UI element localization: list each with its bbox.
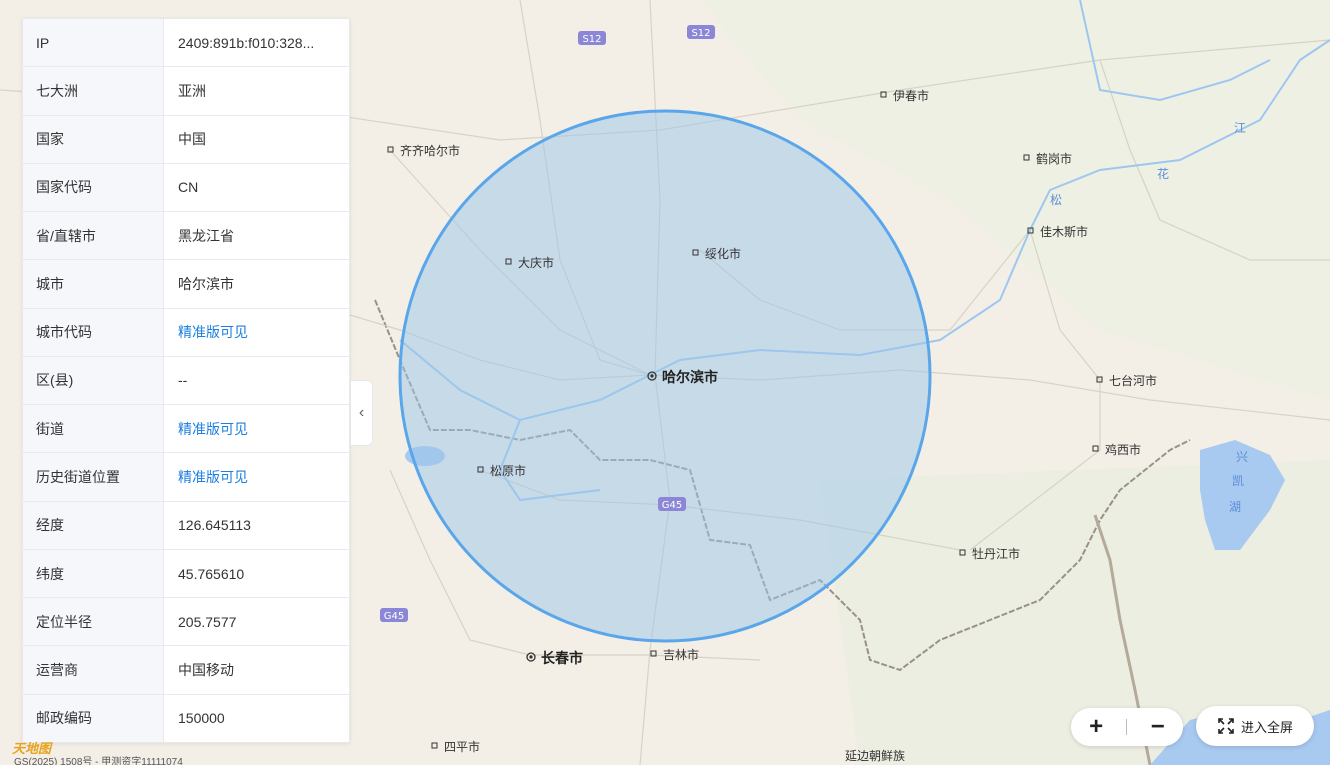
info-key: 街道 xyxy=(23,405,164,453)
upgrade-link[interactable]: 精准版可见 xyxy=(164,453,349,500)
info-row: 经度 126.645113 xyxy=(23,501,349,550)
road-shield-s12b: S12 xyxy=(687,25,715,39)
river-label: 江 xyxy=(1234,121,1246,135)
city-label: 吉林市 xyxy=(663,647,699,662)
lake-label: 湖 xyxy=(1229,499,1241,514)
info-value: 205.7577 xyxy=(178,613,237,630)
road-shield-g45a: G45 xyxy=(658,497,686,511)
info-row: 城市代码 精准版可见 xyxy=(23,308,349,357)
city-label: 七台河市 xyxy=(1109,373,1157,388)
info-value: 黑龙江省 xyxy=(178,227,234,244)
info-row: 街道 精准版可见 xyxy=(23,405,349,454)
zoom-divider xyxy=(1126,719,1128,735)
info-key: 纬度 xyxy=(23,549,164,598)
road-shield-g45b: G45 xyxy=(380,608,408,622)
city-label: 佳木斯市 xyxy=(1040,224,1088,239)
info-row: 历史街道位置 精准版可见 xyxy=(23,453,349,502)
info-key: 城市代码 xyxy=(23,308,164,356)
info-key: 国家代码 xyxy=(23,163,164,212)
info-value: 亚洲 xyxy=(178,82,206,99)
zoom-in-button[interactable]: + xyxy=(1076,708,1116,746)
info-row: 定位半径 205.7577 xyxy=(23,598,349,647)
info-value: 中国移动 xyxy=(178,662,234,679)
river-label: 花 xyxy=(1157,166,1169,181)
info-key: 国家 xyxy=(23,115,164,163)
road-label: S12 xyxy=(582,34,601,45)
ip-info-panel: IP 2409:891b:f010:328... 七大洲 亚洲 国家 中国 国家代码 CN 省/… xyxy=(22,18,350,743)
info-key: 邮政编码 xyxy=(23,694,164,742)
chevron-left-icon: ‹ xyxy=(358,404,365,421)
info-row: 区(县) -- xyxy=(23,356,349,406)
region-label-yanbian: 延边朝鲜族 xyxy=(845,749,905,763)
info-key: 运营商 xyxy=(23,646,164,694)
lake-label: 兴 xyxy=(1236,450,1248,464)
road-shield-s12a: S12 xyxy=(578,31,606,45)
info-key: IP xyxy=(23,19,164,67)
city-label: 长春市 xyxy=(541,650,583,667)
road-label: S12 xyxy=(691,28,710,39)
info-row: 邮政编码 150000 xyxy=(23,694,349,742)
river-label: 松 xyxy=(1050,193,1062,207)
zoom-out-button[interactable]: − xyxy=(1138,708,1178,746)
fullscreen-label: 进入全屏 xyxy=(1240,719,1293,735)
city-label: 四平市 xyxy=(444,739,480,754)
map-copyright: GS(2025) 1508号 - 甲测资字11111074 xyxy=(14,757,183,765)
collapse-panel-button[interactable]: ‹ xyxy=(351,380,373,446)
road-label: G45 xyxy=(662,500,682,511)
info-row: 运营商 中国移动 xyxy=(23,646,349,695)
city-label: 鹤岗市 xyxy=(1036,151,1072,166)
info-row: 城市 哈尔滨市 xyxy=(23,260,349,309)
info-key: 省/直辖市 xyxy=(23,212,164,260)
info-row: 七大洲 亚洲 xyxy=(23,67,349,116)
info-key: 七大洲 xyxy=(23,67,164,115)
info-key: 定位半径 xyxy=(23,598,164,646)
info-key: 历史街道位置 xyxy=(23,453,164,501)
info-row: 国家代码 CN xyxy=(23,163,349,213)
lake-label: 凯 xyxy=(1232,474,1244,488)
info-key: 经度 xyxy=(23,501,164,549)
zoom-control: + − xyxy=(1071,708,1183,746)
upgrade-link[interactable]: 精准版可见 xyxy=(164,309,349,356)
info-row: 纬度 45.765610 xyxy=(23,549,349,599)
info-row: IP 2409:891b:f010:328... xyxy=(23,19,349,68)
city-label: 伊春市 xyxy=(893,88,929,103)
city-label: 松原市 xyxy=(490,463,526,478)
city-label: 牡丹江市 xyxy=(972,546,1020,561)
city-label: 齐齐哈尔市 xyxy=(400,143,460,158)
road-label: G45 xyxy=(384,611,404,622)
city-label: 大庆市 xyxy=(518,255,554,270)
city-label: 绥化市 xyxy=(705,246,741,261)
info-value: 中国 xyxy=(178,131,206,148)
info-row: 省/直辖市 黑龙江省 xyxy=(23,212,349,261)
info-value: 126.645113 xyxy=(178,517,251,534)
upgrade-link[interactable]: 精准版可见 xyxy=(164,405,349,452)
city-label: 鸡西市 xyxy=(1105,442,1141,457)
info-key: 区(县) xyxy=(23,356,164,405)
fullscreen-button[interactable]: 进入全屏 xyxy=(1196,706,1314,746)
city-label: 哈尔滨市 xyxy=(662,369,718,386)
info-row: 国家 中国 xyxy=(23,115,349,164)
info-value: 哈尔滨市 xyxy=(178,275,234,292)
info-value: CN xyxy=(178,179,199,196)
info-value: 2409:891b:f010:328... xyxy=(178,34,315,51)
info-value: 45.765610 xyxy=(178,565,245,582)
info-value: -- xyxy=(178,372,188,389)
expand-icon xyxy=(1218,718,1234,734)
info-key: 城市 xyxy=(23,260,164,308)
info-value: 150000 xyxy=(178,710,225,727)
